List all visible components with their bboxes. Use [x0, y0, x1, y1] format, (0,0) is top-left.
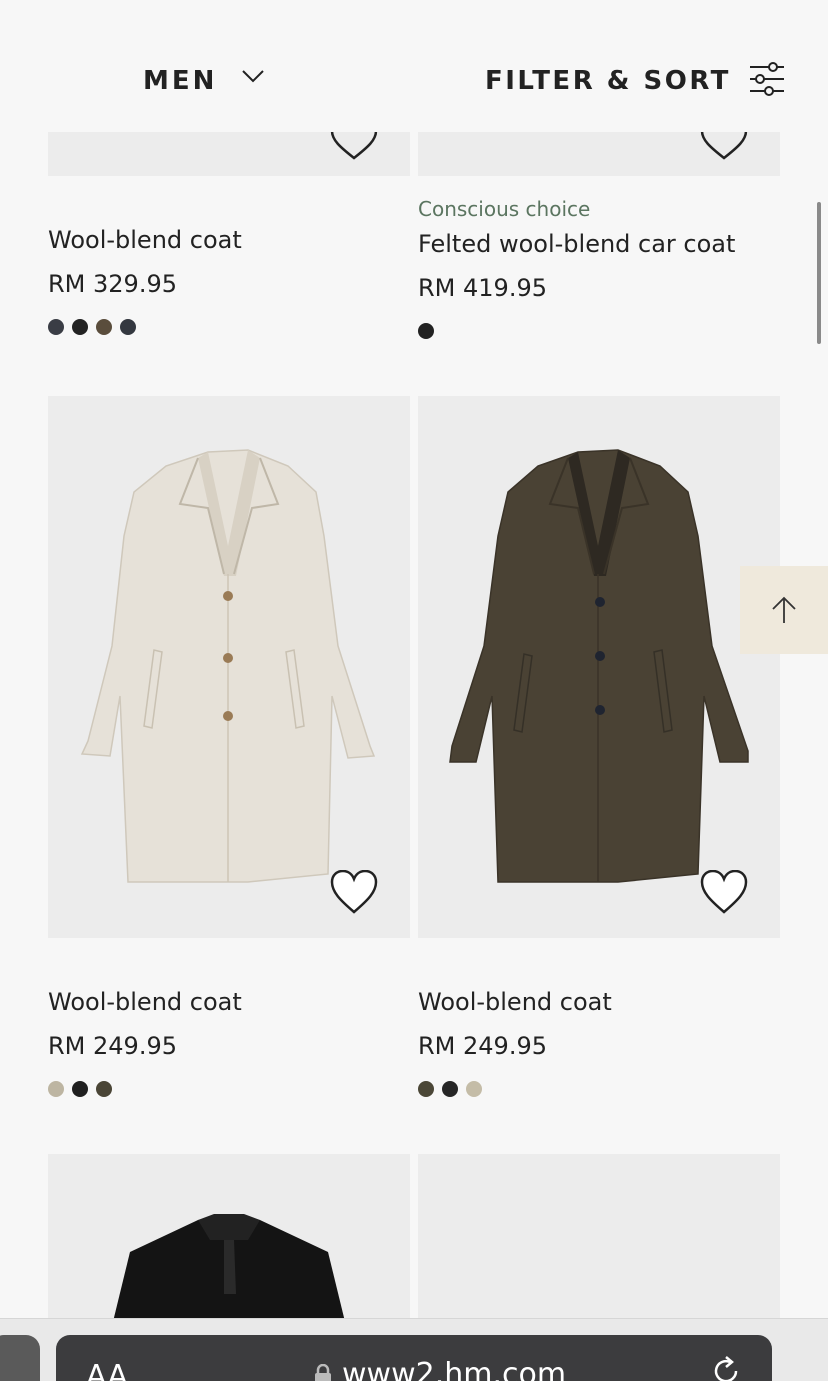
url-text: www2.hm.com: [342, 1357, 567, 1381]
product-image[interactable]: [418, 396, 780, 938]
product-name[interactable]: Wool-blend coat: [48, 226, 242, 254]
text-size-button[interactable]: AA: [86, 1359, 128, 1381]
color-swatch[interactable]: [72, 1081, 88, 1097]
address-bar[interactable]: AA www2.hm.com: [56, 1335, 772, 1381]
color-swatches: [418, 1081, 482, 1097]
top-bar: MEN FILTER & SORT: [0, 0, 828, 132]
color-swatch[interactable]: [466, 1081, 482, 1097]
sliders-icon: [749, 62, 784, 96]
color-swatches: [418, 323, 434, 339]
lock-icon: [315, 1363, 331, 1381]
product-grid: Wool-blend coat RM 329.95 Conscious choi…: [0, 0, 828, 1381]
product-name[interactable]: Wool-blend coat: [48, 988, 242, 1016]
color-swatch[interactable]: [96, 1081, 112, 1097]
back-to-top-button[interactable]: [740, 566, 828, 654]
browser-bottom-bar: AA www2.hm.com: [0, 1318, 828, 1381]
color-swatch[interactable]: [418, 1081, 434, 1097]
chevron-down-icon: [242, 70, 265, 83]
reload-icon[interactable]: [708, 1353, 744, 1381]
color-swatch[interactable]: [48, 319, 64, 335]
product-price: RM 419.95: [418, 274, 547, 302]
color-swatch[interactable]: [96, 319, 112, 335]
url-display[interactable]: www2.hm.com: [314, 1357, 566, 1381]
color-swatch[interactable]: [48, 1081, 64, 1097]
color-swatch[interactable]: [120, 319, 136, 335]
heart-icon[interactable]: [700, 870, 748, 914]
category-label: MEN: [143, 66, 218, 96]
category-dropdown[interactable]: MEN: [143, 66, 265, 96]
filter-sort-button[interactable]: FILTER & SORT: [485, 62, 785, 96]
tab-overview-button[interactable]: [0, 1335, 40, 1381]
beige-coat-image: [80, 449, 376, 883]
color-swatches: [48, 319, 136, 335]
heart-icon[interactable]: [330, 870, 378, 914]
filter-sort-label: FILTER & SORT: [485, 66, 731, 96]
color-swatch[interactable]: [442, 1081, 458, 1097]
product-price: RM 249.95: [48, 1032, 177, 1060]
arrow-up-icon: [772, 596, 796, 623]
product-price: RM 249.95: [418, 1032, 547, 1060]
product-price: RM 329.95: [48, 270, 177, 298]
color-swatches: [48, 1081, 112, 1097]
brown-coat-image: [449, 449, 749, 883]
product-name[interactable]: Felted wool-blend car coat: [418, 230, 735, 258]
color-swatch[interactable]: [418, 323, 434, 339]
product-image[interactable]: [48, 396, 410, 938]
scrollbar[interactable]: [817, 202, 821, 344]
product-name[interactable]: Wool-blend coat: [418, 988, 612, 1016]
color-swatch[interactable]: [72, 319, 88, 335]
conscious-choice-badge: Conscious choice: [418, 197, 591, 221]
